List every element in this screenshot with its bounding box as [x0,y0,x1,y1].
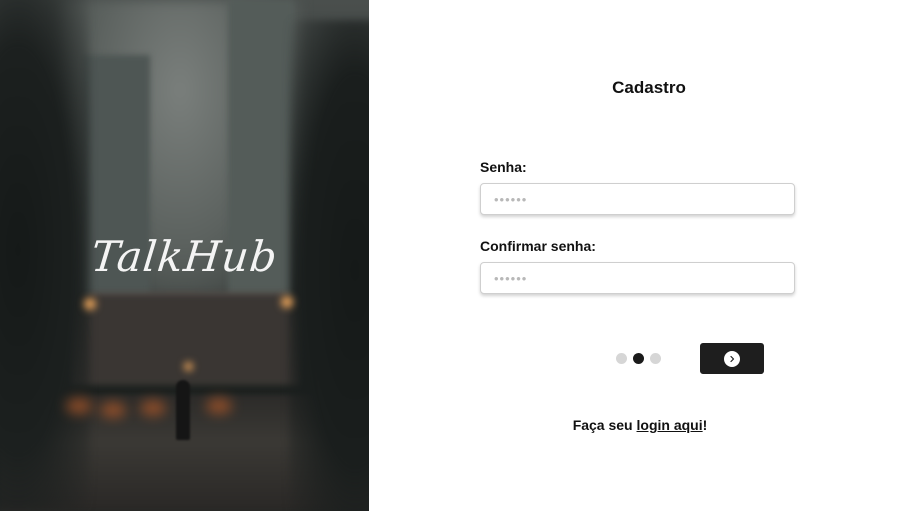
login-suffix: ! [702,417,708,433]
hero-building [70,295,300,385]
login-prefix: Faça seu [572,417,637,433]
step-indicator [616,353,661,364]
step-dot-active [633,353,644,364]
hero-person [176,380,190,440]
hero-glow [66,398,92,414]
confirm-password-label: Confirmar senha: [480,238,596,254]
hero-glow [100,402,126,418]
logo: TalkHub [88,232,281,281]
hero-lamp [184,362,193,371]
page-title: Cadastro [612,78,686,97]
chevron-right-icon [724,350,740,367]
hero-lamp [84,298,96,310]
hero-glow [206,398,232,414]
hero-lamp [281,296,293,308]
next-button[interactable] [700,343,764,374]
hero-glow [140,400,166,416]
password-input[interactable] [480,183,795,215]
login-prompt: Faça seu login aqui! [500,417,780,433]
password-label: Senha: [480,159,527,175]
confirm-password-input[interactable] [480,262,795,294]
hero-image: TalkHub [0,0,369,511]
step-dot [650,353,661,364]
login-link[interactable]: login aqui [637,417,703,433]
step-dot [616,353,627,364]
